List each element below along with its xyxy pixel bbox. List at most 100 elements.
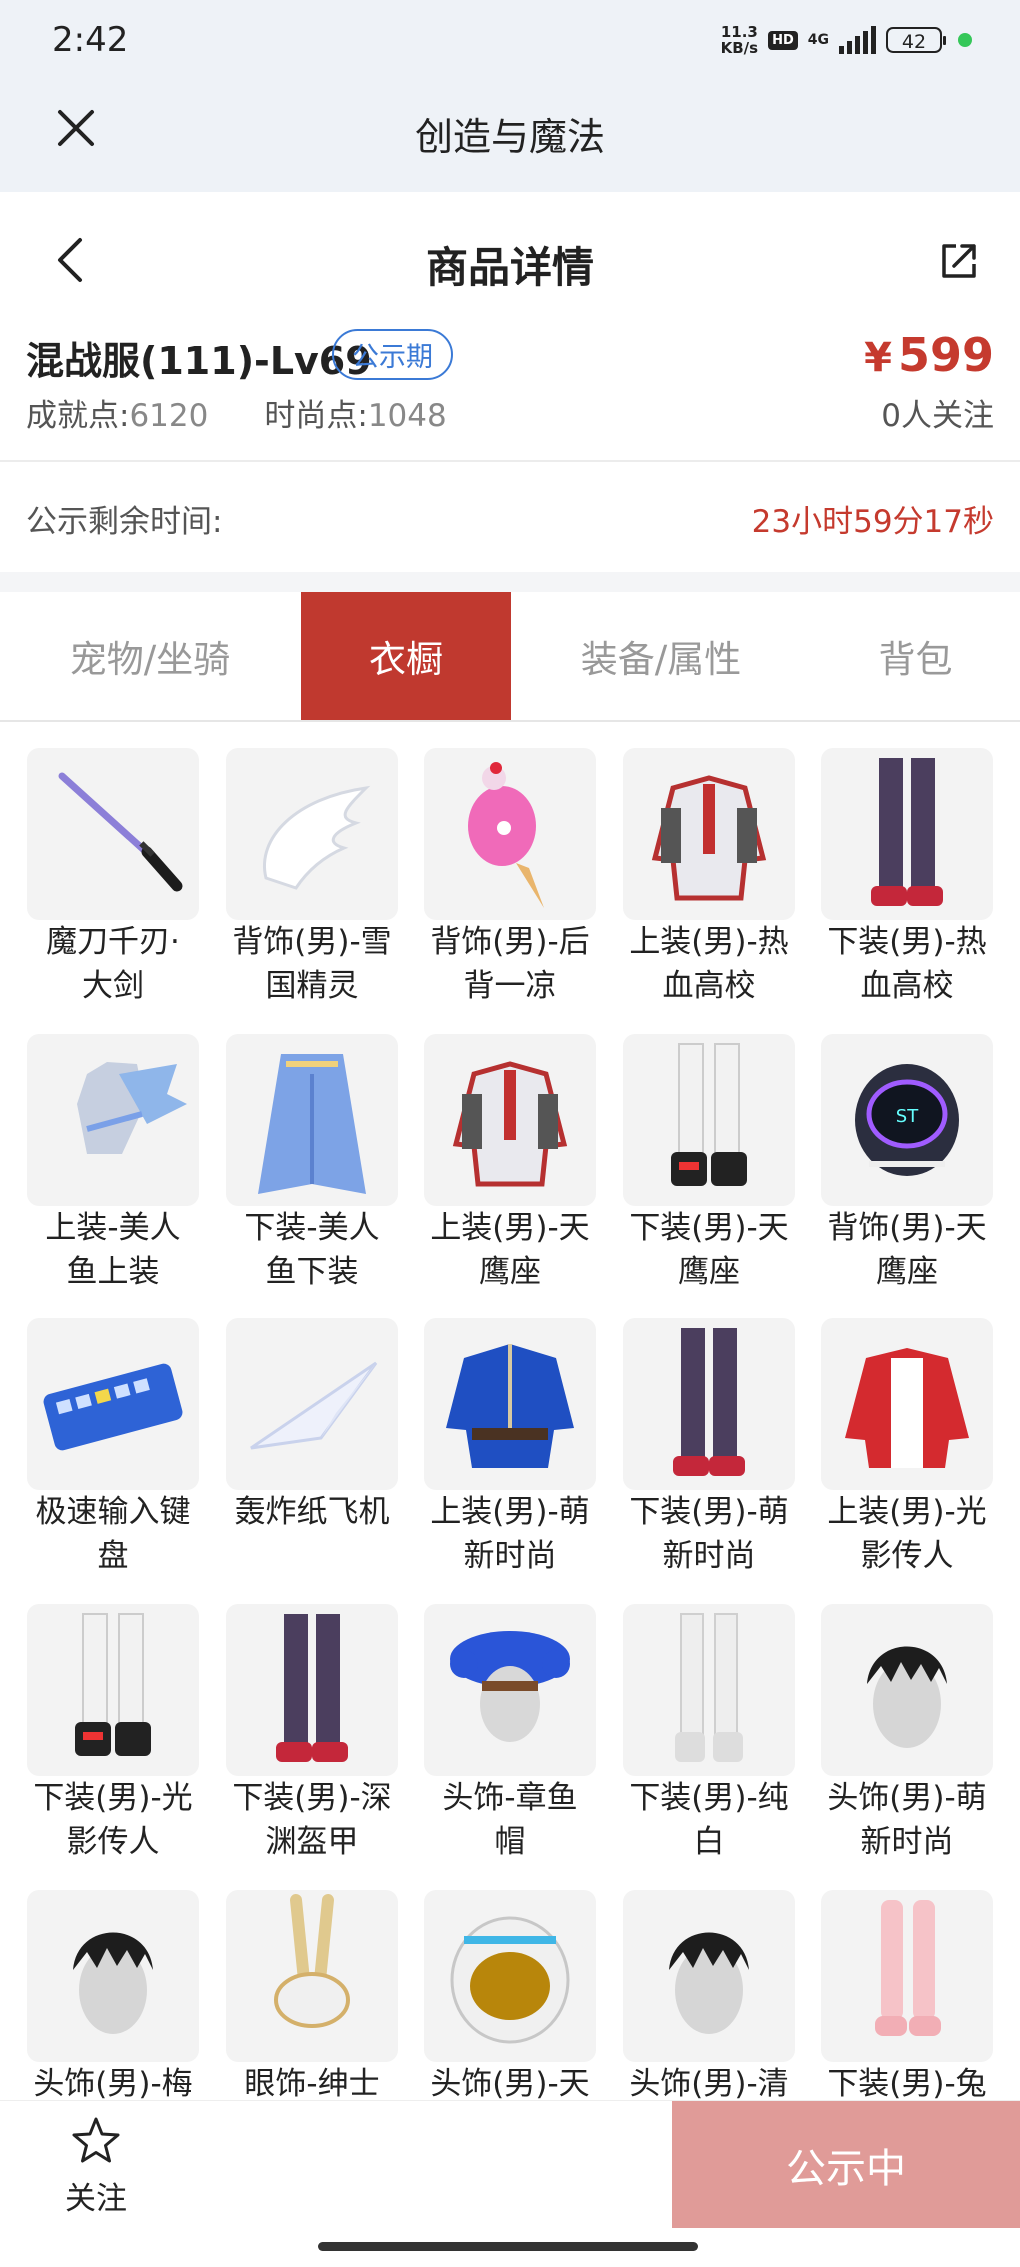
wardrobe-item[interactable]: 下装(男)-兔 <box>808 1890 1008 2100</box>
wardrobe-item-label-line2: 鹰座 <box>678 1254 740 1290</box>
jacket-icon <box>623 748 795 920</box>
wardrobe-item[interactable]: 眼饰-绅士 <box>213 1890 413 2100</box>
wardrobe-item[interactable]: 下装(男)-天 鹰座 <box>610 1034 810 1304</box>
wardrobe-item[interactable]: 下装(男)-光 影传人 <box>14 1604 214 1874</box>
wardrobe-item[interactable]: 背饰(男)-后 背一凉 <box>411 748 611 1018</box>
wardrobe-item-label-line2: 白 <box>693 1824 725 1860</box>
tab-equipment-attributes[interactable]: 装备/属性 <box>511 592 811 720</box>
product-info: 混战服(111)-Lv69 公示期 ¥599 成就点:6120 时尚点:1048 … <box>0 320 1020 460</box>
pants-icon <box>821 748 993 920</box>
paper-plane-icon <box>226 1318 398 1490</box>
boots-icon <box>27 1604 199 1776</box>
wardrobe-item[interactable]: 头饰(男)-梅 <box>14 1890 214 2100</box>
tab-wardrobe[interactable]: 衣橱 <box>301 592 511 720</box>
wardrobe-item[interactable]: 头饰-章鱼帽 <box>411 1604 611 1874</box>
wardrobe-item[interactable]: ST 背饰(男)-天 鹰座 <box>808 1034 1008 1304</box>
wardrobe-item-label-line2: 鱼下装 <box>265 1254 359 1290</box>
wardrobe-item-label: 背饰(男)-后 背一凉 <box>411 920 609 1008</box>
status-badge: 公示期 <box>332 329 453 380</box>
wardrobe-item[interactable]: 上装(男)-天 鹰座 <box>411 1034 611 1304</box>
wardrobe-item-label-line1: 下装(男)-纯 <box>629 1780 789 1816</box>
wardrobe-item[interactable]: 上装-美人 鱼上装 <box>14 1034 214 1304</box>
status-time: 2:42 <box>52 20 129 60</box>
wardrobe-item[interactable]: 下装(男)-热 血高校 <box>808 748 1008 1018</box>
publicity-status-button[interactable]: 公示中 <box>672 2101 1020 2228</box>
wardrobe-item[interactable]: 背饰(男)-雪 国精灵 <box>213 748 413 1018</box>
app-titlebar: 创造与魔法 <box>0 80 1020 192</box>
wardrobe-item-label: 上装(男)-热 血高校 <box>610 920 808 1008</box>
wardrobe-item-label-line2: 影传人 <box>860 1538 954 1574</box>
wardrobe-item[interactable]: 轰炸纸飞机 <box>213 1318 413 1588</box>
wardrobe-item-label-line1: 头饰-章鱼 <box>442 1780 578 1816</box>
wardrobe-item-label-line2: 帽 <box>494 1824 526 1860</box>
wardrobe-item-label-line1: 背饰(男)-雪 <box>232 924 392 960</box>
product-name: 混战服(111)-Lv69 <box>26 339 372 383</box>
wardrobe-item-label: 上装(男)-天 鹰座 <box>411 1206 609 1294</box>
sword-icon <box>27 748 199 920</box>
wardrobe-item-label: 下装(男)-兔 <box>808 2062 1006 2100</box>
page-header: 商品详情 <box>0 192 1020 328</box>
hair-icon <box>821 1604 993 1776</box>
mermaid-top-icon <box>27 1034 199 1206</box>
wardrobe-item[interactable]: 上装(男)-热 血高校 <box>610 748 810 1018</box>
countdown-row: 公示剩余时间: 23小时59分17秒 <box>0 462 1020 572</box>
boots-icon <box>623 1034 795 1206</box>
wardrobe-item-label: 上装(男)-光 影传人 <box>808 1490 1006 1578</box>
share-button[interactable] <box>934 236 984 286</box>
wardrobe-item[interactable]: 上装(男)-光 影传人 <box>808 1318 1008 1588</box>
rabbit-mask-icon <box>226 1890 398 2062</box>
wardrobe-item[interactable]: 下装(男)-纯白 <box>610 1604 810 1874</box>
fashion-value: 1048 <box>367 398 447 434</box>
tab-pets-mounts[interactable]: 宠物/坐骑 <box>0 592 300 720</box>
wardrobe-item-label: 下装(男)-深 渊盔甲 <box>213 1776 411 1864</box>
wardrobe-item-label: 下装(男)-纯白 <box>610 1776 808 1864</box>
wardrobe-item-label-line2: 背一凉 <box>463 968 557 1004</box>
follow-button[interactable]: 关注 <box>46 2115 146 2217</box>
wardrobe-item[interactable]: 极速输入键盘 <box>14 1318 214 1588</box>
wardrobe-item-label: 头饰(男)-清 <box>610 2062 808 2100</box>
wardrobe-item-label-line1: 下装-美人 <box>244 1210 380 1246</box>
hair-icon <box>623 1890 795 2062</box>
wardrobe-item[interactable]: 下装-美人鱼下装 <box>213 1034 413 1304</box>
wardrobe-item[interactable]: 上装(男)-萌 新时尚 <box>411 1318 611 1588</box>
product-stats: 成就点:6120 时尚点:1048 <box>26 390 447 435</box>
privacy-indicator-icon <box>958 33 972 47</box>
pants-icon <box>623 1318 795 1490</box>
wardrobe-item[interactable]: 头饰(男)-清 <box>610 1890 810 2100</box>
wardrobe-item-label-line1: 下装(男)-深 <box>232 1780 392 1816</box>
network-speed-value: 11.3 <box>720 23 758 41</box>
wardrobe-item[interactable]: 下装(男)-萌 新时尚 <box>610 1318 810 1588</box>
wardrobe-item-label-line2: 血高校 <box>860 968 954 1004</box>
wardrobe-item-label-line1: 背饰(男)-后 <box>430 924 590 960</box>
robe-icon <box>424 1318 596 1490</box>
wardrobe-item[interactable]: 头饰(男)-天 <box>411 1890 611 2100</box>
tab-backpack[interactable]: 背包 <box>811 592 1020 720</box>
wardrobe-item-label-line2: 国精灵 <box>265 968 359 1004</box>
wardrobe-item-label-line2: 鹰座 <box>479 1254 541 1290</box>
wardrobe-item[interactable]: 下装(男)-深 渊盔甲 <box>213 1604 413 1874</box>
achievement-label: 成就点: <box>26 398 130 434</box>
follow-label: 关注 <box>65 2181 127 2217</box>
wardrobe-item-label: 魔刀千刃· 大剑 <box>14 920 212 1008</box>
wardrobe-item[interactable]: 魔刀千刃· 大剑 <box>14 748 214 1018</box>
price-currency: ¥ <box>864 335 892 381</box>
wardrobe-item-label: 背饰(男)-天 鹰座 <box>808 1206 1006 1294</box>
wardrobe-item-label-line2: 渊盔甲 <box>265 1824 359 1860</box>
wardrobe-item-label-line1: 下装(男)-热 <box>827 924 987 960</box>
wings-icon <box>226 748 398 920</box>
wardrobe-item-label-line1: 下装(男)-天 <box>629 1210 789 1246</box>
status-bar: 2:42 11.3 KB/s HD 4G 42 <box>0 0 1020 80</box>
wardrobe-item[interactable]: 头饰(男)-萌 新时尚 <box>808 1604 1008 1874</box>
wardrobe-item-label: 上装-美人 鱼上装 <box>14 1206 212 1294</box>
network-type: 4G <box>807 32 829 48</box>
robot-backpack-icon: ST <box>821 1034 993 1206</box>
wardrobe-item-label: 头饰(男)-天 <box>411 2062 609 2100</box>
svg-text:ST: ST <box>896 1106 919 1127</box>
mermaid-skirt-icon <box>226 1034 398 1206</box>
wardrobe-item-label: 下装(男)-光 影传人 <box>14 1776 212 1864</box>
wardrobe-item-label-line2: 大剑 <box>82 968 144 1004</box>
status-icons: 11.3 KB/s HD 4G 42 <box>721 24 972 56</box>
wardrobe-item-label-line1: 头饰(男)-梅 <box>33 2066 193 2100</box>
jacket-icon <box>424 1034 596 1206</box>
wardrobe-item-label-line2: 影传人 <box>66 1824 160 1860</box>
